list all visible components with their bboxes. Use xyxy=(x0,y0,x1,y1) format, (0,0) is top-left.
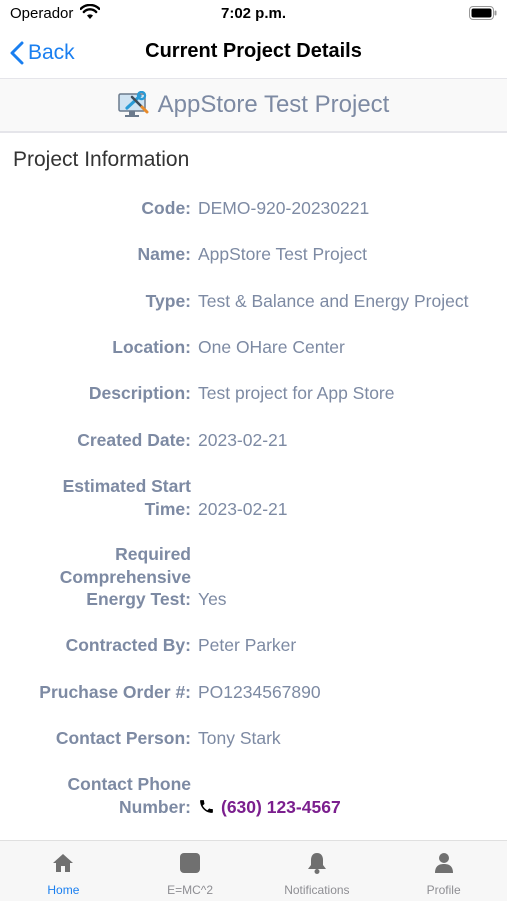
detail-value: Test & Balance and Energy Project xyxy=(198,291,469,311)
project-logo-icon xyxy=(117,91,149,117)
tab-label: Profile xyxy=(426,883,461,897)
status-bar: Operador 7:02 p.m. xyxy=(0,0,507,28)
tab-bar: Home E=MC^2 Notifications Profile xyxy=(0,840,507,901)
detail-value: 2023-02-21 xyxy=(198,430,288,450)
detail-value: Yes xyxy=(198,589,227,609)
detail-label-line: Contact Phone xyxy=(67,774,191,794)
phone-link[interactable]: (630) 123-4567 xyxy=(198,796,341,819)
detail-label: Created Date: xyxy=(77,430,191,450)
detail-value: Test project for App Store xyxy=(198,383,395,403)
detail-label: Type: xyxy=(145,291,191,311)
home-icon xyxy=(53,854,74,872)
detail-label-line: Number: xyxy=(119,796,191,817)
detail-label: Code: xyxy=(141,198,191,218)
chevron-left-icon xyxy=(10,41,24,65)
detail-label: Location: xyxy=(112,337,191,357)
detail-label: Name: xyxy=(137,244,192,264)
project-header: AppStore Test Project xyxy=(0,79,507,133)
tab-home[interactable]: Home xyxy=(0,841,127,901)
detail-value: Tony Stark xyxy=(198,728,281,748)
back-label: Back xyxy=(28,41,75,64)
detail-label-line: Comprehensive xyxy=(59,566,191,587)
tab-profile[interactable]: Profile xyxy=(380,841,507,901)
tab-label: Home xyxy=(47,883,80,897)
page-title: Current Project Details xyxy=(145,40,362,62)
detail-label-line: Required xyxy=(115,544,191,564)
bell-icon xyxy=(307,853,326,874)
detail-value: 2023-02-21 xyxy=(198,498,288,519)
navigation-bar: Back Current Project Details xyxy=(0,28,507,79)
detail-value: Peter Parker xyxy=(198,635,297,655)
detail-label-line: Estimated Start xyxy=(62,476,191,496)
detail-label-line: Time: xyxy=(144,498,191,519)
detail-label: Contact Person: xyxy=(55,728,191,748)
status-time: 7:02 p.m. xyxy=(220,5,287,22)
detail-label: Pruchase Order #: xyxy=(39,682,191,702)
project-name: AppStore Test Project xyxy=(157,91,390,118)
detail-label-line: Energy Test: xyxy=(86,589,191,609)
tab-notifications[interactable]: Notifications xyxy=(254,841,381,901)
section-title: Project Information xyxy=(13,148,190,171)
phone-icon xyxy=(200,800,213,814)
tab-label: E=MC^2 xyxy=(167,883,214,897)
detail-value: One OHare Center xyxy=(198,337,345,357)
detail-label: Contracted By: xyxy=(65,635,191,655)
square-icon xyxy=(180,853,201,873)
detail-label: Estimated Start Time: xyxy=(63,475,191,520)
detail-label: Description: xyxy=(88,383,191,403)
detail-value: AppStore Test Project xyxy=(198,244,367,264)
detail-value: PO1234567890 xyxy=(198,682,321,702)
back-button[interactable]: Back xyxy=(10,38,75,68)
tab-label: Notifications xyxy=(284,883,350,897)
detail-value: DEMO-920-20230221 xyxy=(198,198,370,218)
battery-icon xyxy=(469,6,497,20)
person-icon xyxy=(434,853,453,873)
detail-label: Required Comprehensive Energy Test: xyxy=(60,543,191,611)
tab-emc2[interactable]: E=MC^2 xyxy=(127,841,254,901)
detail-label: Contact Phone Number: xyxy=(68,773,191,818)
phone-number: (630) 123-4567 xyxy=(221,796,341,817)
